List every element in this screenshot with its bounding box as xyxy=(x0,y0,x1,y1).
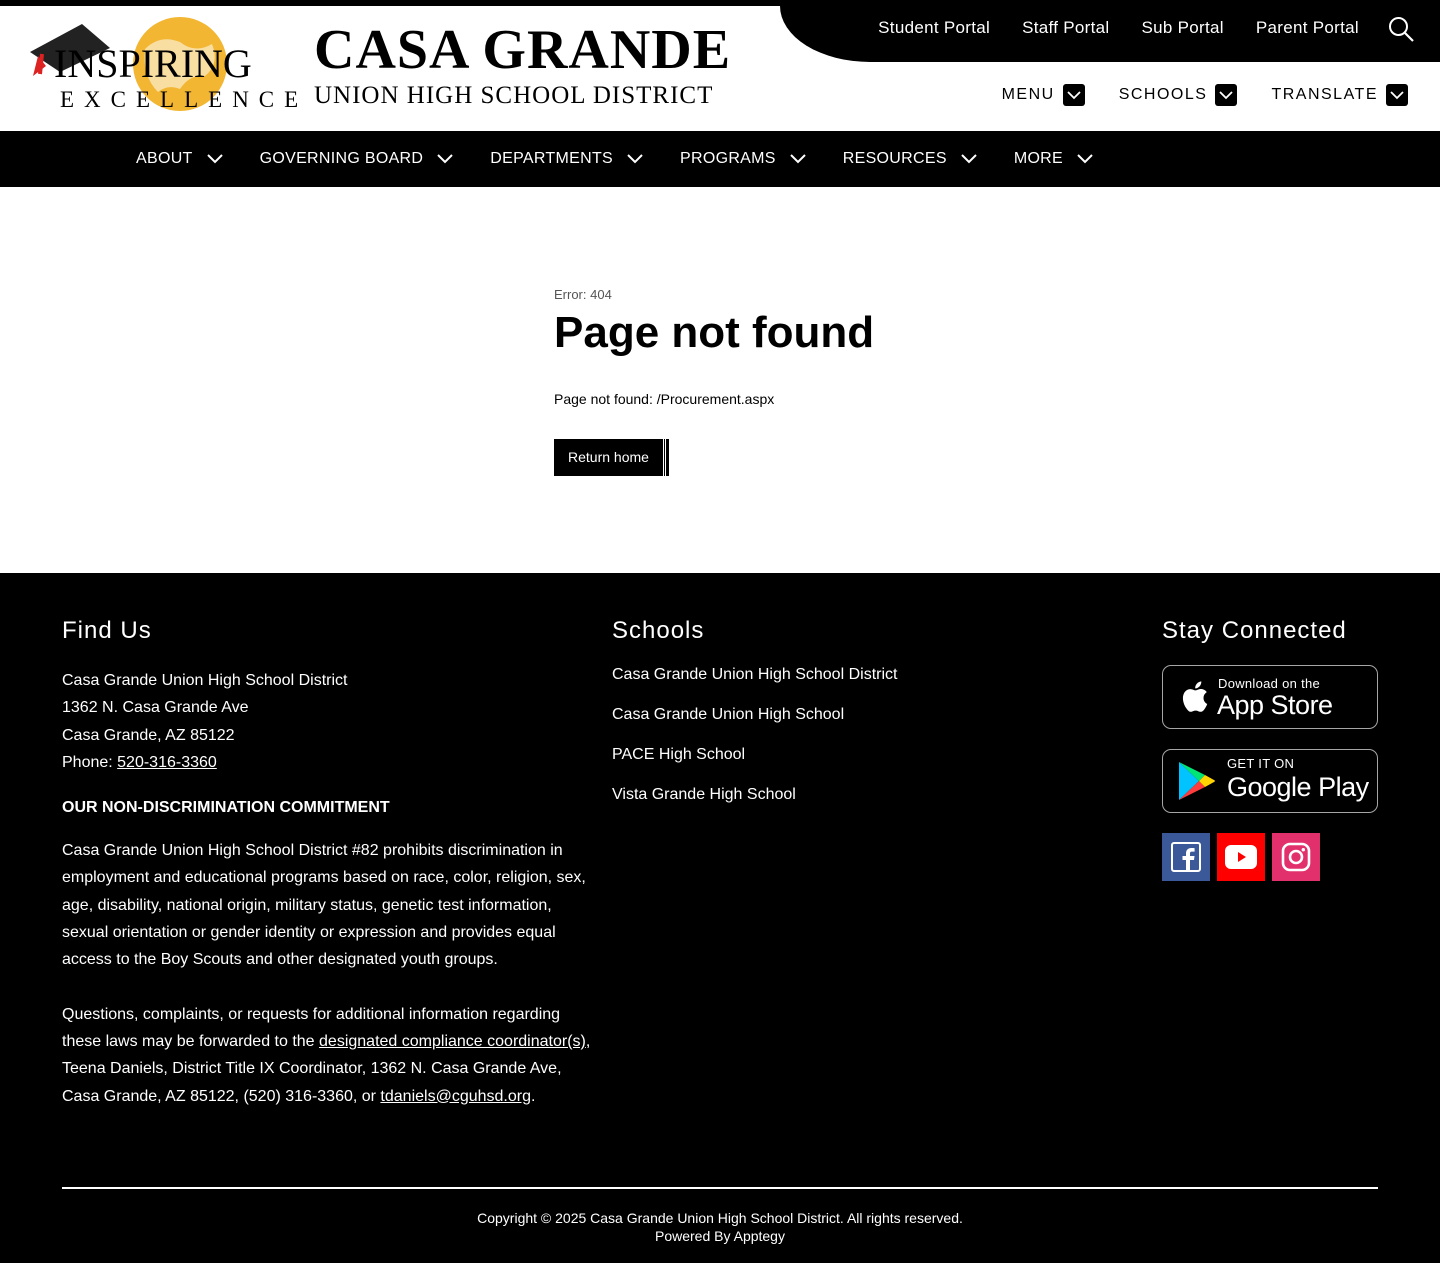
compliance-coordinator-link[interactable]: designated compliance coordinator(s) xyxy=(319,1033,586,1050)
menu-toggle[interactable]: MENU xyxy=(1002,84,1085,106)
email-link[interactable]: tdaniels@cguhsd.org xyxy=(380,1088,531,1105)
address-block: Casa Grande Union High School District 1… xyxy=(62,667,602,776)
return-home-button[interactable]: Return home xyxy=(554,439,666,476)
stay-connected-heading: Stay Connected xyxy=(1162,617,1347,644)
school-link[interactable]: Casa Grande Union High School District xyxy=(612,665,1052,705)
menu-label: MENU xyxy=(1001,86,1055,103)
nav-item-more[interactable]: MORE xyxy=(1014,150,1093,168)
phone-line: Phone: 520-316-3360 xyxy=(62,749,602,776)
instagram-icon xyxy=(1281,842,1311,872)
facebook-icon xyxy=(1171,842,1201,872)
chevron-down-icon xyxy=(437,154,453,164)
translate-label: TRANSLATE xyxy=(1271,86,1378,103)
google-play-icon xyxy=(1179,762,1215,800)
footer-divider xyxy=(62,1187,1378,1189)
phone-link[interactable]: 520-316-3360 xyxy=(117,754,217,771)
google-play-small: GET IT ON xyxy=(1227,756,1295,771)
page-title: Page not found xyxy=(554,308,875,357)
chevron-down-icon xyxy=(206,154,223,164)
brand-subtitle: UNION HIGH SCHOOL DISTRICT xyxy=(314,82,714,109)
district-logo[interactable]: INSPIRING EXCELLENCE xyxy=(30,14,298,124)
school-link[interactable]: Casa Grande Union High School xyxy=(612,705,1052,745)
schools-toggle[interactable]: SCHOOLS xyxy=(1119,84,1238,106)
search-button[interactable] xyxy=(1388,16,1414,42)
schools-heading: Schools xyxy=(612,617,705,644)
compliance-text-end: . xyxy=(530,1087,536,1105)
powered-by[interactable]: Powered By Apptegy xyxy=(0,1227,1440,1245)
compliance-text: Questions, complaints, or requests for a… xyxy=(62,1001,602,1110)
nav-item-label: RESOURCES xyxy=(842,150,947,167)
chevron-down-icon xyxy=(790,154,806,164)
youtube-icon xyxy=(1225,845,1257,869)
social-links xyxy=(1162,833,1378,881)
schools-label: SCHOOLS xyxy=(1118,86,1208,103)
nav-item-resources[interactable]: RESOURCES xyxy=(843,150,977,168)
copyright-text: Copyright © 2025 Casa Grande Union High … xyxy=(477,1210,963,1226)
org-name: Casa Grande Union High School District xyxy=(62,672,348,689)
instagram-link[interactable] xyxy=(1272,833,1320,881)
school-link[interactable]: PACE High School xyxy=(612,745,1052,785)
chevron-down-icon xyxy=(1077,154,1093,164)
find-us-section: Find Us Casa Grande Union High School Di… xyxy=(62,617,602,1110)
main-nav: ABOUT GOVERNING BOARD DEPARTMENTS PROGRA… xyxy=(0,131,1440,187)
google-play-badge[interactable]: GET IT ON Google Play xyxy=(1162,749,1378,813)
portal-bar: Student Portal Staff Portal Sub Portal P… xyxy=(780,6,1440,62)
school-link[interactable]: Vista Grande High School xyxy=(612,785,1052,825)
parent-portal-link[interactable]: Parent Portal xyxy=(1256,18,1359,38)
apple-icon xyxy=(1182,681,1208,712)
facebook-link[interactable] xyxy=(1162,833,1210,881)
nav-item-governing-board[interactable]: GOVERNING BOARD xyxy=(260,150,454,168)
google-play-big: Google Play xyxy=(1227,772,1369,802)
stay-connected-section: Stay Connected Download on the App Store… xyxy=(1162,617,1378,881)
chevron-down-icon xyxy=(961,154,977,164)
app-store-big: App Store xyxy=(1217,690,1333,720)
main-nav-items: ABOUT GOVERNING BOARD DEPARTMENTS PROGRA… xyxy=(136,131,1093,187)
non-discrimination-text: Casa Grande Union High School District #… xyxy=(62,842,586,969)
nav-item-label: PROGRAMS xyxy=(680,150,776,167)
portal-links: Student Portal Staff Portal Sub Portal P… xyxy=(878,6,1359,50)
app-store-small: Download on the xyxy=(1218,676,1321,691)
error-code: Error: 404 xyxy=(554,287,612,302)
nav-item-programs[interactable]: PROGRAMS xyxy=(680,150,806,168)
chevron-down-icon xyxy=(1215,84,1238,106)
chevron-down-icon xyxy=(1062,84,1085,106)
brand-title: CASA GRANDE xyxy=(314,19,732,81)
nav-item-label: DEPARTMENTS xyxy=(490,150,613,167)
nav-item-about[interactable]: ABOUT xyxy=(136,150,223,168)
city-state-zip: Casa Grande, AZ 85122 xyxy=(62,726,235,744)
nav-item-label: GOVERNING BOARD xyxy=(259,150,424,167)
district-brand[interactable]: CASA GRANDE UNION HIGH SCHOOL DISTRICT xyxy=(314,20,731,110)
find-us-heading: Find Us xyxy=(62,617,152,644)
student-portal-link[interactable]: Student Portal xyxy=(878,18,990,38)
search-icon xyxy=(1389,17,1414,42)
nav-item-label: ABOUT xyxy=(136,150,193,167)
sub-portal-link[interactable]: Sub Portal xyxy=(1141,18,1223,38)
chevron-down-icon xyxy=(1386,84,1408,106)
school-list: Casa Grande Union High School District C… xyxy=(612,665,1052,825)
site-footer: Find Us Casa Grande Union High School Di… xyxy=(0,573,1440,1263)
utility-nav: MENU SCHOOLS TRANSLATE xyxy=(1002,84,1408,106)
translate-toggle[interactable]: TRANSLATE xyxy=(1271,84,1408,106)
schools-section: Schools Casa Grande Union High School Di… xyxy=(612,617,1052,825)
nav-item-departments[interactable]: DEPARTMENTS xyxy=(490,150,643,168)
copyright: Copyright © 2025 Casa Grande Union High … xyxy=(0,1209,1440,1245)
chevron-down-icon xyxy=(627,154,643,164)
app-store-badge[interactable]: Download on the App Store xyxy=(1162,665,1378,729)
non-discrimination-title: OUR NON-DISCRIMINATION COMMITMENT xyxy=(62,799,390,817)
nav-item-label: MORE xyxy=(1013,150,1064,167)
street-address: 1362 N. Casa Grande Ave xyxy=(62,699,249,717)
error-message: Page not found: /Procurement.aspx xyxy=(554,391,775,407)
youtube-link[interactable] xyxy=(1217,833,1265,881)
error-content: Error: 404 Page not found Page not found… xyxy=(554,287,874,476)
logo-line1: INSPIRING xyxy=(54,41,252,86)
staff-portal-link[interactable]: Staff Portal xyxy=(1022,18,1109,38)
site-header: INSPIRING EXCELLENCE CASA GRANDE UNION H… xyxy=(0,6,1440,131)
logo-line2: EXCELLENCE xyxy=(60,87,309,112)
phone-label: Phone: xyxy=(62,753,118,771)
